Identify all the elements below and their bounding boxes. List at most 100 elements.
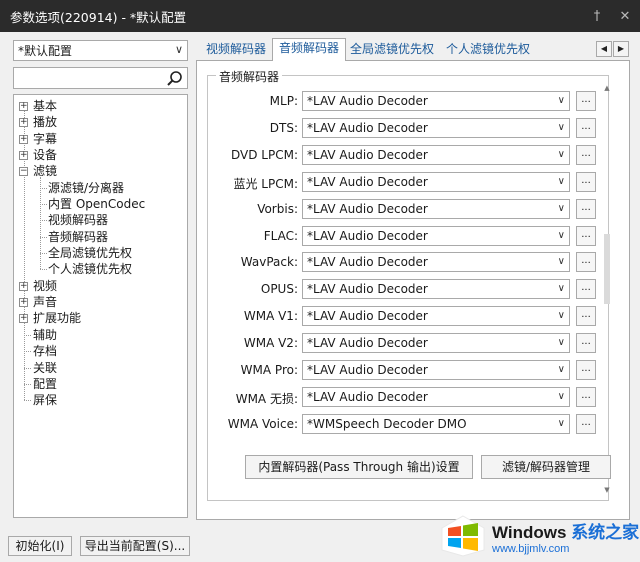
decoder-select[interactable]: *LAV Audio Decoder ∨: [302, 360, 570, 380]
decoder-select-value: *LAV Audio Decoder: [307, 174, 428, 189]
scroll-up-icon[interactable]: ▲: [602, 84, 612, 92]
decoder-more-button[interactable]: ...: [576, 306, 596, 327]
tab-3[interactable]: 全局滤镜优先权: [344, 40, 440, 60]
tree-item[interactable]: 关联: [14, 360, 187, 376]
collapse-icon[interactable]: −: [19, 167, 28, 177]
decoder-select[interactable]: *LAV Audio Decoder ∨: [302, 279, 570, 300]
tree-item[interactable]: 个人滤镜优先权: [14, 261, 187, 277]
expand-icon[interactable]: +: [19, 102, 28, 111]
watermark-brand-cn: 系统之家: [571, 522, 640, 542]
decoder-select-value: *LAV Audio Decoder: [307, 255, 428, 270]
decoder-select[interactable]: *WMSpeech Decoder DMO ∨: [302, 413, 570, 434]
search-icon[interactable]: [166, 70, 183, 87]
decoder-more-button[interactable]: ...: [576, 198, 596, 219]
decoder-list-scrollbar[interactable]: ▲ ▼: [602, 84, 612, 494]
pin-icon[interactable]: †: [590, 9, 604, 24]
tree-item[interactable]: 屏保: [14, 392, 187, 408]
decoder-select[interactable]: *LAV Audio Decoder ∨: [302, 198, 570, 219]
tree-item[interactable]: 配置: [14, 376, 187, 392]
audio-decoder-panel: 音频解码器 MLP: *LAV Audio Decoder ∨... DTS: *LAV…: [196, 60, 630, 520]
expand-icon[interactable]: +: [19, 134, 28, 144]
preset-dropdown[interactable]: *默认配置 ∨: [13, 40, 188, 61]
settings-tree[interactable]: + 基本 + 播放 + 字幕 + 设备 − 滤镜 源滤镜/分离器内置 OpenCodec 视频解码器音…: [13, 94, 188, 518]
tree-item[interactable]: + 字幕: [14, 131, 187, 147]
decoder-more-button[interactable]: ...: [576, 171, 596, 192]
tree-item[interactable]: 音频解码器: [14, 229, 187, 245]
decoder-select[interactable]: *LAV Audio Decoder ∨: [302, 91, 570, 111]
decoder-label: Vorbis:: [257, 201, 298, 216]
tree-item[interactable]: − 滤镜: [14, 163, 187, 179]
scrollbar-thumb[interactable]: [604, 234, 610, 304]
chevron-down-icon: ∨: [557, 148, 565, 160]
chevron-down-icon: ∨: [557, 256, 565, 268]
decoder-more-button[interactable]: ...: [576, 144, 596, 165]
export-config-button[interactable]: 导出当前配置(S)...: [80, 536, 190, 556]
tree-item[interactable]: + 基本: [14, 98, 187, 114]
decoder-label: WMA 无损:: [235, 391, 298, 406]
decoder-select[interactable]: *LAV Audio Decoder ∨: [302, 333, 570, 354]
decoder-select[interactable]: *LAV Audio Decoder ∨: [302, 117, 570, 138]
tree-item-label: 扩展功能: [33, 311, 82, 326]
decoder-select[interactable]: *LAV Audio Decoder ∨: [302, 225, 570, 246]
decoder-select[interactable]: *LAV Audio Decoder ∨: [302, 171, 570, 192]
tree-item-label: 全局滤镜优先权: [48, 246, 133, 261]
tree-item-label: 辅助: [33, 327, 58, 342]
decoder-select[interactable]: *LAV Audio Decoder ∨: [302, 252, 570, 273]
tree-item[interactable]: 内置 OpenCodec: [14, 196, 187, 212]
tab-2[interactable]: 音频解码器: [272, 38, 347, 61]
tree-item-label: 源滤镜/分离器: [48, 180, 125, 195]
expand-icon[interactable]: +: [19, 281, 28, 291]
decoder-more-button[interactable]: ...: [576, 360, 596, 380]
decoder-more-button[interactable]: ...: [576, 225, 596, 246]
scroll-down-icon[interactable]: ▼: [602, 486, 612, 494]
tree-item[interactable]: + 扩展功能: [14, 310, 187, 326]
decoder-label: WMA Pro:: [240, 363, 298, 377]
tree-connector-line: [40, 187, 47, 189]
tree-item-label: 屏保: [33, 393, 58, 408]
tree-item[interactable]: + 设备: [14, 147, 187, 163]
tree-item[interactable]: 源滤镜/分离器: [14, 180, 187, 196]
tree-item[interactable]: 辅助: [14, 327, 187, 343]
decoder-more-button[interactable]: ...: [576, 386, 596, 407]
initialize-button[interactable]: 初始化(I): [8, 536, 72, 556]
tree-item-label: 基本: [33, 99, 58, 113]
decoder-select[interactable]: *LAV Audio Decoder ∨: [302, 386, 570, 407]
decoder-more-button[interactable]: ...: [576, 252, 596, 273]
tree-item[interactable]: + 声音: [14, 294, 187, 310]
tab-scroll-right-button[interactable]: ▶: [613, 41, 629, 57]
expand-icon[interactable]: +: [19, 151, 28, 161]
decoder-select[interactable]: *LAV Audio Decoder ∨: [302, 144, 570, 165]
decoder-select-value: *LAV Audio Decoder: [307, 389, 428, 404]
expand-icon[interactable]: +: [19, 118, 28, 128]
tree-item[interactable]: 视频解码器: [14, 212, 187, 228]
decoder-select[interactable]: *LAV Audio Decoder ∨: [302, 306, 570, 327]
decoder-more-button[interactable]: ...: [576, 91, 596, 111]
chevron-down-icon: ∨: [557, 202, 565, 214]
decoder-more-button[interactable]: ...: [576, 279, 596, 300]
decoder-select-value: *LAV Audio Decoder: [307, 363, 428, 377]
tree-item-label: 内置 OpenCodec: [48, 197, 146, 212]
expand-icon[interactable]: +: [19, 314, 28, 324]
filter-decoder-manager-button[interactable]: 滤镜/解码器管理: [481, 455, 611, 479]
tree-item[interactable]: + 播放: [14, 114, 187, 130]
search-input[interactable]: [13, 67, 188, 89]
chevron-down-icon: ∨: [557, 310, 565, 322]
tab-4[interactable]: 个人滤镜优先权: [440, 40, 536, 60]
decoder-more-button[interactable]: ...: [576, 333, 596, 354]
tree-item[interactable]: 全局滤镜优先权: [14, 245, 187, 261]
tree-connector-line: [24, 367, 31, 369]
decoder-label: WMA Voice:: [227, 416, 298, 431]
tab-1[interactable]: 视频解码器: [200, 40, 272, 60]
decoder-more-button[interactable]: ...: [576, 117, 596, 138]
close-icon[interactable]: ✕: [618, 9, 632, 24]
tree-item[interactable]: 存档: [14, 343, 187, 359]
expand-icon[interactable]: +: [19, 298, 28, 308]
tab-scroll-left-button[interactable]: ◀: [596, 41, 612, 57]
decoder-select-value: *LAV Audio Decoder: [307, 336, 428, 351]
decoder-more-button[interactable]: ...: [576, 413, 596, 434]
tree-connector-line: [24, 351, 31, 353]
tree-item[interactable]: + 视频: [14, 278, 187, 294]
passthrough-settings-button[interactable]: 内置解码器(Pass Through 输出)设置: [245, 455, 473, 479]
chevron-down-icon: ∨: [557, 337, 565, 349]
tree-item-label: 个人滤镜优先权: [48, 262, 133, 277]
